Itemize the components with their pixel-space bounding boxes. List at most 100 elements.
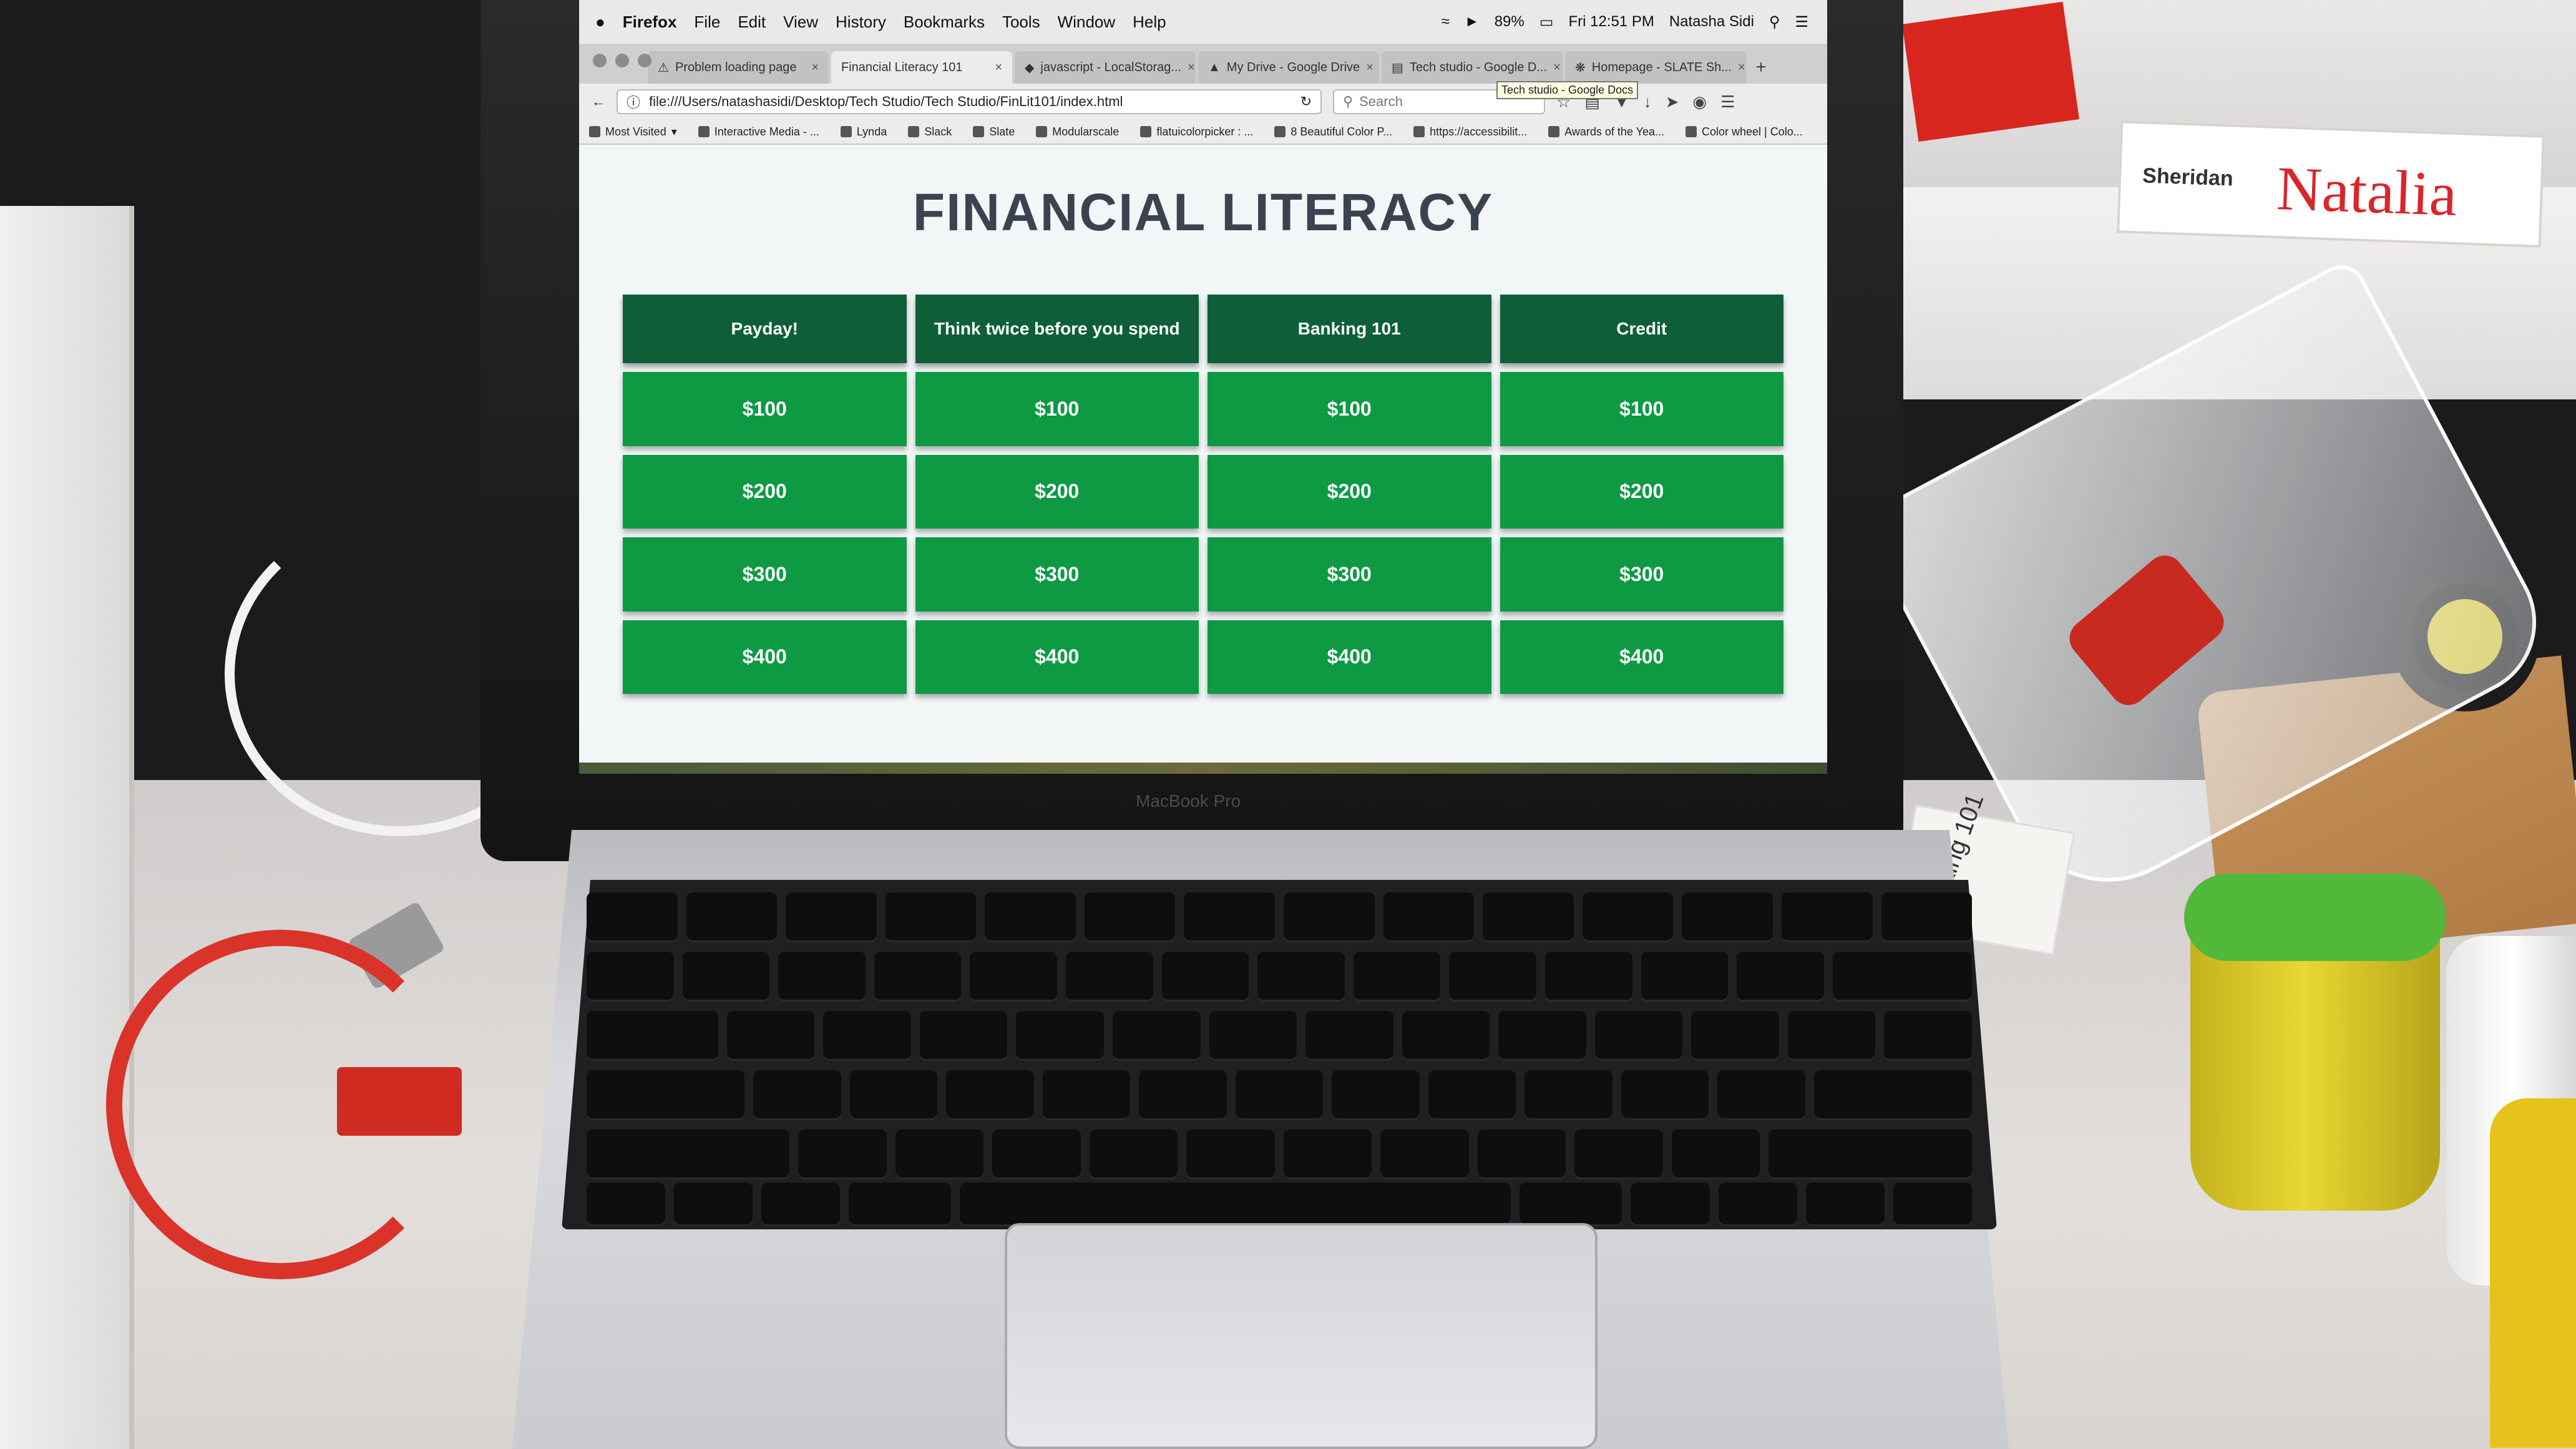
question-tile[interactable]: $200 <box>623 454 907 529</box>
key[interactable] <box>1520 1183 1622 1226</box>
bookmark-color-wheel[interactable]: Color wheel | Colo... <box>1686 125 1803 139</box>
key[interactable] <box>1449 952 1536 1002</box>
key[interactable] <box>1691 1011 1779 1061</box>
key[interactable] <box>674 1183 753 1226</box>
close-icon[interactable]: × <box>811 61 819 75</box>
key[interactable] <box>874 952 962 1002</box>
key[interactable] <box>1621 1070 1709 1120</box>
volume-icon[interactable]: ► <box>1465 13 1480 31</box>
spotlight-icon[interactable]: ⚲ <box>1769 13 1780 31</box>
extension-icon[interactable]: ◉ <box>1692 92 1707 112</box>
key[interactable] <box>1089 1129 1178 1179</box>
bookmark-flatuicolorpicker[interactable]: flatuicolorpicker : ... <box>1140 125 1253 139</box>
back-arrow-icon[interactable]: ← <box>592 94 605 110</box>
send-icon[interactable]: ➤ <box>1666 92 1679 112</box>
key[interactable] <box>1016 1011 1105 1061</box>
key[interactable] <box>1184 892 1276 942</box>
close-window-button[interactable] <box>593 54 607 67</box>
close-icon[interactable]: × <box>1188 61 1195 75</box>
close-icon[interactable]: × <box>1738 61 1745 75</box>
menu-window[interactable]: Window <box>1058 12 1115 32</box>
bookmark-interactive-media[interactable]: Interactive Media - ... <box>698 125 819 139</box>
question-tile[interactable]: $200 <box>915 454 1199 529</box>
key[interactable] <box>1682 892 1773 942</box>
key[interactable] <box>849 1070 938 1120</box>
reload-icon[interactable]: ↻ <box>1300 94 1312 110</box>
hamburger-menu-icon[interactable]: ☰ <box>1720 92 1735 112</box>
download-icon[interactable]: ↓ <box>1644 92 1652 112</box>
bookmark-modularscale[interactable]: Modularscale <box>1036 125 1119 139</box>
question-tile[interactable]: $400 <box>1208 620 1491 694</box>
question-tile[interactable]: $300 <box>623 537 907 612</box>
minimize-window-button[interactable] <box>615 54 629 67</box>
bookmark-slate[interactable]: Slate <box>973 125 1015 139</box>
key[interactable] <box>587 1129 790 1179</box>
menu-help[interactable]: Help <box>1133 12 1166 32</box>
key[interactable] <box>587 1183 666 1226</box>
key[interactable] <box>1161 952 1249 1002</box>
bookmark-awards[interactable]: Awards of the Yea... <box>1548 125 1664 139</box>
key[interactable] <box>726 1011 815 1061</box>
battery-icon[interactable]: ▭ <box>1539 13 1554 31</box>
wifi-icon[interactable]: ≈ <box>1442 13 1450 31</box>
tab-problem-loading[interactable]: ⚠ Problem loading page × <box>648 51 829 84</box>
key[interactable] <box>587 952 674 1002</box>
key[interactable] <box>1084 892 1176 942</box>
menu-tools[interactable]: Tools <box>1002 12 1040 32</box>
key[interactable] <box>1498 1011 1586 1061</box>
key[interactable] <box>786 892 877 942</box>
key[interactable] <box>1428 1070 1516 1120</box>
key[interactable] <box>885 892 977 942</box>
question-tile[interactable]: $300 <box>1208 537 1491 612</box>
key[interactable] <box>778 952 866 1002</box>
info-icon[interactable]: ⓘ <box>627 92 640 112</box>
key[interactable] <box>1380 1129 1469 1179</box>
key[interactable] <box>1402 1011 1490 1061</box>
key[interactable] <box>1284 892 1375 942</box>
bookmark-slack[interactable]: Slack <box>908 125 952 139</box>
key[interactable] <box>1483 892 1574 942</box>
key[interactable] <box>1544 952 1632 1002</box>
key[interactable] <box>1832 952 1973 1002</box>
key[interactable] <box>1353 952 1441 1002</box>
menu-history[interactable]: History <box>836 12 886 32</box>
question-tile[interactable]: $300 <box>915 537 1199 612</box>
url-bar[interactable]: ⓘ file:///Users/natashasidi/Desktop/Tech… <box>617 89 1322 114</box>
key[interactable] <box>1257 952 1345 1002</box>
key[interactable] <box>985 892 1076 942</box>
question-tile[interactable]: $400 <box>623 620 907 694</box>
key[interactable] <box>1814 1070 1972 1120</box>
key[interactable] <box>1884 1011 1972 1061</box>
key[interactable] <box>1332 1070 1420 1120</box>
key[interactable] <box>1671 1129 1760 1179</box>
clock[interactable]: Fri 12:51 PM <box>1568 13 1654 31</box>
notification-icon[interactable]: ☰ <box>1795 13 1808 31</box>
menu-file[interactable]: File <box>694 12 720 32</box>
question-tile[interactable]: $100 <box>915 372 1199 446</box>
key[interactable] <box>587 1011 718 1061</box>
bookmark-color-palettes[interactable]: 8 Beautiful Color P... <box>1274 125 1392 139</box>
tab-financial-literacy[interactable]: Financial Literacy 101 × <box>831 51 1012 84</box>
spacebar[interactable] <box>960 1183 1511 1226</box>
key[interactable] <box>1477 1129 1566 1179</box>
key[interactable] <box>682 952 770 1002</box>
new-tab-button[interactable]: + <box>1749 51 1773 84</box>
key[interactable] <box>1383 892 1475 942</box>
close-icon[interactable]: × <box>995 61 1002 75</box>
key[interactable] <box>587 892 678 942</box>
key[interactable] <box>1283 1129 1372 1179</box>
key[interactable] <box>970 952 1057 1002</box>
key[interactable] <box>1186 1129 1275 1179</box>
key[interactable] <box>895 1129 984 1179</box>
apple-icon[interactable]: ● <box>595 12 605 32</box>
key[interactable] <box>1594 1011 1683 1061</box>
question-tile[interactable]: $400 <box>915 620 1199 694</box>
user-name[interactable]: Natasha Sidi <box>1669 13 1754 31</box>
key[interactable] <box>823 1011 911 1061</box>
tab-google-drive[interactable]: ▲ My Drive - Google Drive × <box>1198 51 1379 84</box>
key[interactable] <box>1737 952 1824 1002</box>
key[interactable] <box>798 1129 887 1179</box>
close-icon[interactable]: × <box>1553 61 1561 75</box>
key[interactable] <box>1769 1129 1972 1179</box>
key[interactable] <box>761 1183 841 1226</box>
